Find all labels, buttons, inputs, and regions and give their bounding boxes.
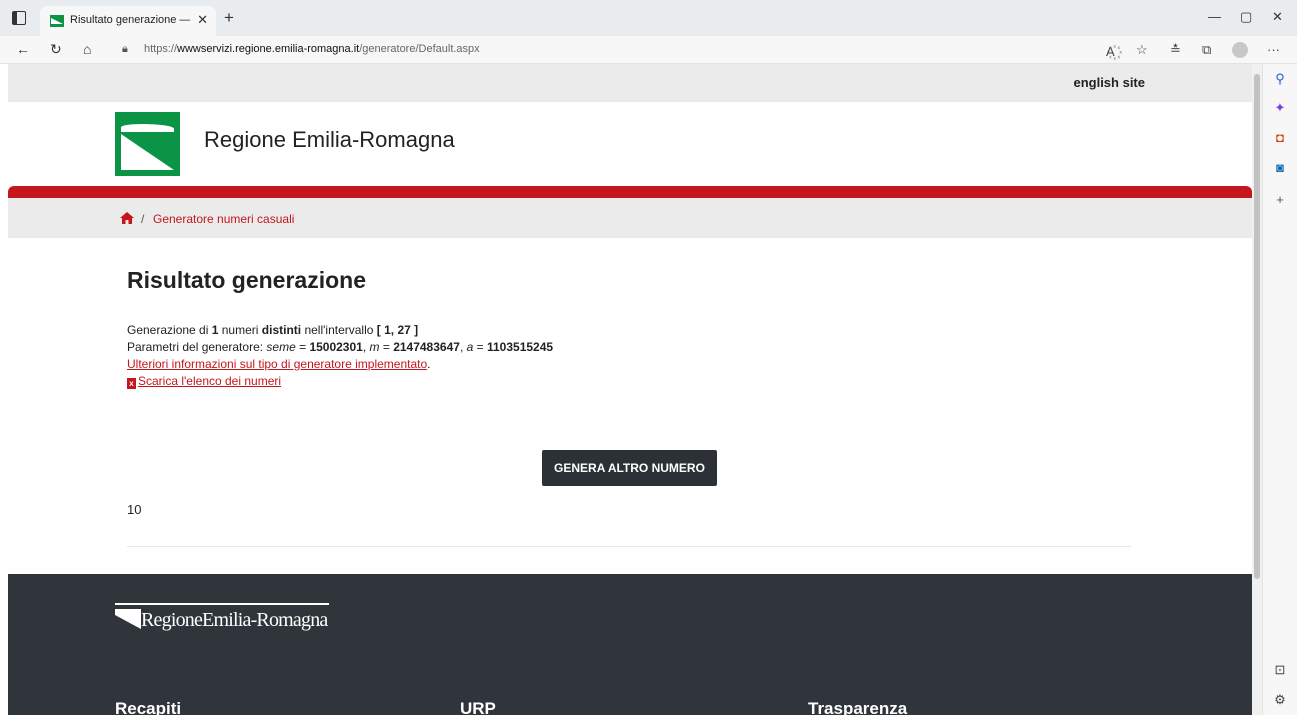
download-numbers-link[interactable]: x Scarica l'elenco dei numeri — [127, 374, 281, 389]
search-icon[interactable]: ⚲ — [1272, 71, 1288, 87]
copilot-icon[interactable]: ✦ — [1272, 100, 1288, 116]
back-icon[interactable]: ← — [16, 41, 30, 57]
close-window-icon[interactable]: ✕ — [1272, 9, 1283, 25]
tab-title: Risultato generazione — E-R Il por — [70, 14, 190, 26]
collections-icon[interactable]: ⧉ — [1202, 42, 1211, 58]
site-header: Regione Emilia-Romagna — [8, 102, 1252, 186]
read-aloud-icon[interactable]: A꙰ — [1106, 42, 1115, 60]
footer-heading-recapiti: Recapiti — [115, 699, 182, 715]
generator-parameters: Parametri del generatore: seme = 1500230… — [127, 340, 554, 354]
navigation-bar: ← ↻ ⌂ 🔒︎ https://wwwservizi.regione.emil… — [0, 36, 1297, 64]
edge-sidebar: ⚲ ✦ ◘ ◙ + ⊡ ⚙ — [1262, 64, 1297, 715]
refresh-icon[interactable]: ↻ — [50, 41, 62, 58]
footer-logo-text: RegioneEmilia-Romagna — [141, 609, 328, 631]
minimize-icon[interactable]: — — [1208, 9, 1221, 24]
breadcrumb-separator: / — [141, 212, 145, 226]
page-scrollbar[interactable] — [1252, 64, 1262, 715]
favorites-list-icon[interactable]: ≛ — [1170, 42, 1181, 58]
outlook-icon[interactable]: ◙ — [1272, 160, 1288, 176]
maximize-icon[interactable]: ▢ — [1240, 9, 1252, 25]
footer-heading-trasparenza: Trasparenza — [808, 699, 908, 715]
scrollbar-thumb[interactable] — [1254, 74, 1260, 579]
favicon-icon — [50, 15, 64, 27]
add-sidebar-app-icon[interactable]: + — [1272, 192, 1288, 208]
lock-icon[interactable]: 🔒︎ — [122, 43, 128, 56]
generate-another-button[interactable]: GENERA ALTRO NUMERO — [542, 450, 717, 486]
site-name[interactable]: Regione Emilia-Romagna — [204, 127, 455, 153]
tab-actions-icon[interactable] — [12, 11, 26, 25]
breadcrumb-current-link[interactable]: Generatore numeri casuali — [153, 212, 294, 226]
english-site-link[interactable]: english site — [1073, 75, 1145, 90]
home-icon[interactable]: ⌂ — [83, 41, 91, 57]
site-footer: RegioneEmilia-Romagna Recapiti URP Trasp… — [8, 574, 1252, 715]
footer-logo[interactable]: RegioneEmilia-Romagna — [115, 603, 330, 633]
more-menu-icon[interactable]: ··· — [1267, 42, 1280, 57]
hide-sidebar-icon[interactable]: ⊡ — [1272, 662, 1288, 678]
tab-active[interactable]: Risultato generazione — E-R Il por ✕ — [40, 6, 216, 36]
new-tab-icon[interactable]: + — [224, 8, 234, 28]
header-red-bar — [8, 186, 1252, 198]
tab-strip: Risultato generazione — E-R Il por ✕ + —… — [0, 0, 1297, 36]
generated-number: 10 — [127, 502, 142, 517]
more-info-link[interactable]: Ulteriori informazioni sul tipo di gener… — [127, 357, 427, 371]
settings-gear-icon[interactable]: ⚙ — [1272, 692, 1288, 708]
page-title: Risultato generazione — [127, 267, 366, 293]
generation-info: Generazione di 1 numeri distinti nell'in… — [127, 323, 554, 389]
url-text[interactable]: https://wwwservizi.regione.emilia-romagn… — [144, 43, 480, 55]
content-divider — [127, 546, 1131, 547]
office-icon[interactable]: ◘ — [1272, 130, 1288, 146]
browser-window: Risultato generazione — E-R Il por ✕ + —… — [0, 0, 1297, 715]
page-viewport: english site Regione Emilia-Romagna / Ge… — [8, 64, 1252, 715]
generation-summary: Generazione di 1 numeri distinti nell'in… — [127, 323, 419, 337]
address-bar[interactable]: 🔒︎ https://wwwservizi.regione.emilia-rom… — [110, 39, 1140, 61]
breadcrumb: / Generatore numeri casuali — [8, 198, 1252, 238]
top-utility-bar: english site — [8, 64, 1252, 102]
footer-logo-icon — [115, 609, 141, 629]
profile-avatar-icon[interactable] — [1232, 42, 1248, 58]
home-breadcrumb-icon[interactable] — [120, 212, 134, 224]
footer-heading-urp: URP — [460, 699, 496, 715]
excel-file-icon: x — [127, 378, 136, 389]
favorite-star-icon[interactable]: ☆ — [1136, 42, 1148, 58]
regione-logo-icon[interactable] — [115, 112, 180, 176]
close-tab-icon[interactable]: ✕ — [197, 12, 208, 28]
